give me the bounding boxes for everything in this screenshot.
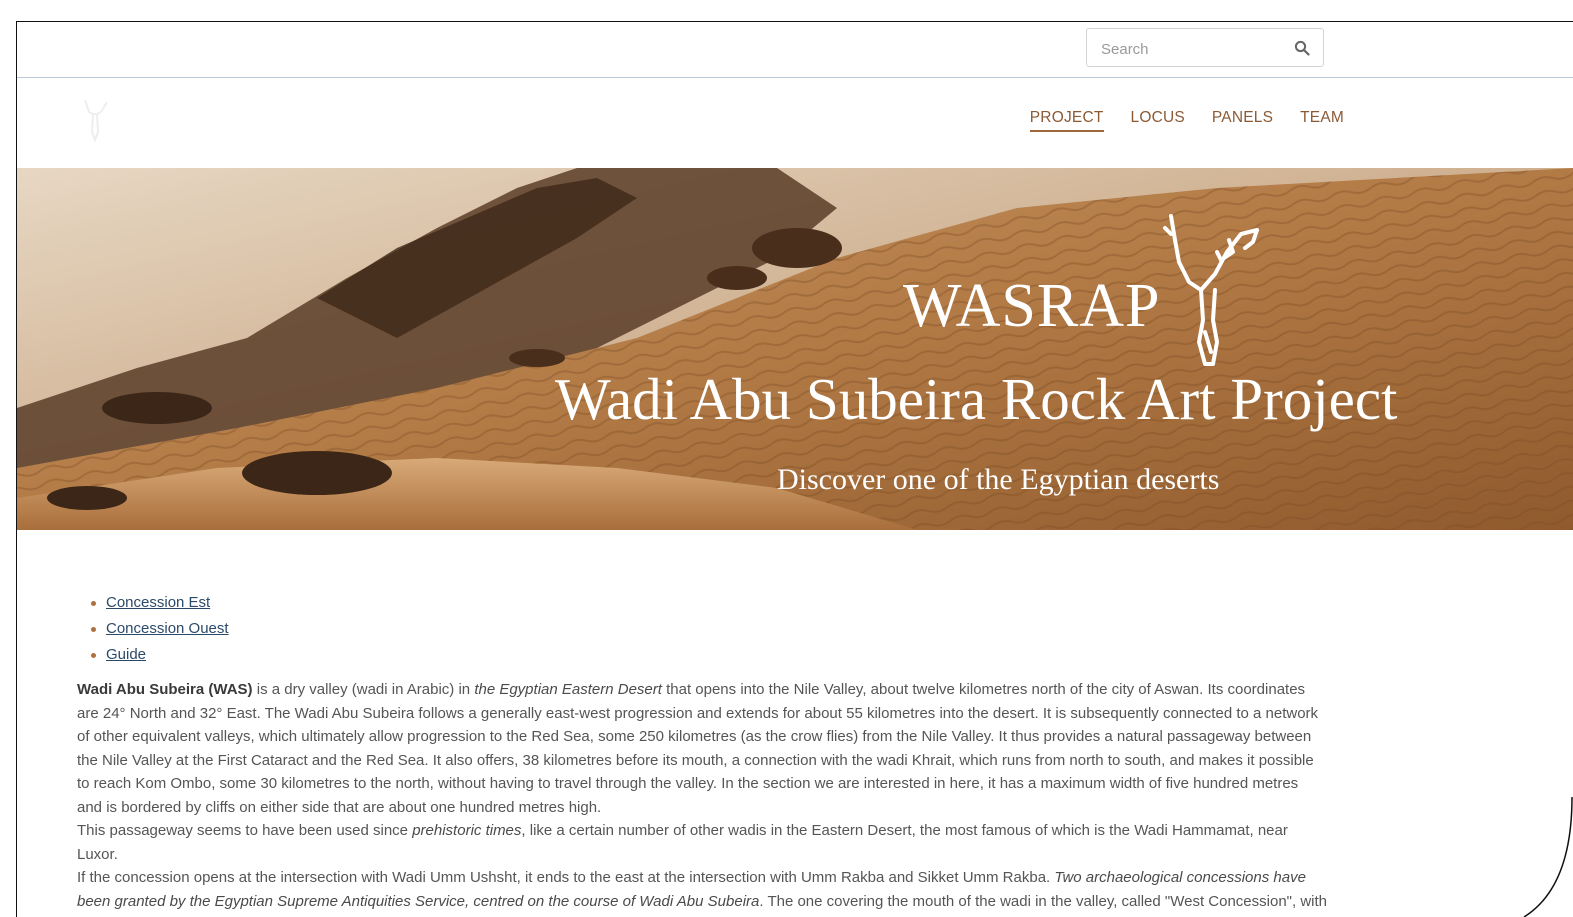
main-nav: PROJECT LOCUS PANELS TEAM [1030,109,1344,132]
search-input[interactable] [1099,37,1293,61]
list-item: Concession Ouest [106,616,1327,642]
nav-locus[interactable]: LOCUS [1131,109,1185,132]
list-item: Guide [106,642,1327,668]
logo-icon[interactable] [79,98,111,142]
hero-brand-text: WASRAP [903,275,1161,337]
emphasis: the Egyptian Eastern Desert [474,681,662,698]
nav-team[interactable]: TEAM [1300,109,1344,132]
top-bar [17,22,1573,78]
text-segment: This passageway seems to have been used … [77,822,412,839]
emphasis: prehistoric times [412,822,521,839]
text-segment: is a dry valley (wadi in Arabic) in [253,681,475,698]
nav-project[interactable]: PROJECT [1030,109,1104,132]
hero-title: Wadi Abu Subeira Rock Art Project [555,367,1397,432]
text-segment: that opens into the Nile Valley, about t… [77,681,1318,816]
main-navbar: PROJECT LOCUS PANELS TEAM [17,79,1573,168]
search-box[interactable] [1086,28,1324,67]
hero-banner: WASRAP Wadi Abu Subeira Rock Art Project… [17,168,1573,530]
link-concession-est[interactable]: Concession Est [106,594,210,611]
intro-paragraph: Wadi Abu Subeira (WAS) is a dry valley (… [77,678,1327,917]
search-icon[interactable] [1294,40,1310,56]
link-concession-ouest[interactable]: Concession Ouest [106,620,229,637]
nav-panels[interactable]: PANELS [1212,109,1273,132]
list-item: Concession Est [106,590,1327,616]
text-segment: If the concession opens at the intersect… [77,869,1054,886]
link-guide[interactable]: Guide [106,646,146,663]
browser-frame: PROJECT LOCUS PANELS TEAM [16,21,1573,917]
hero-subtitle: Discover one of the Egyptian deserts [777,463,1219,497]
site-name: Wadi Abu Subeira (WAS) [77,681,253,698]
screen-corner-decoration [1454,797,1573,917]
main-content: Concession Est Concession Ouest Guide Wa… [77,590,1327,917]
ibex-logo-icon [1157,212,1272,370]
concession-links: Concession Est Concession Ouest Guide [77,590,1327,668]
